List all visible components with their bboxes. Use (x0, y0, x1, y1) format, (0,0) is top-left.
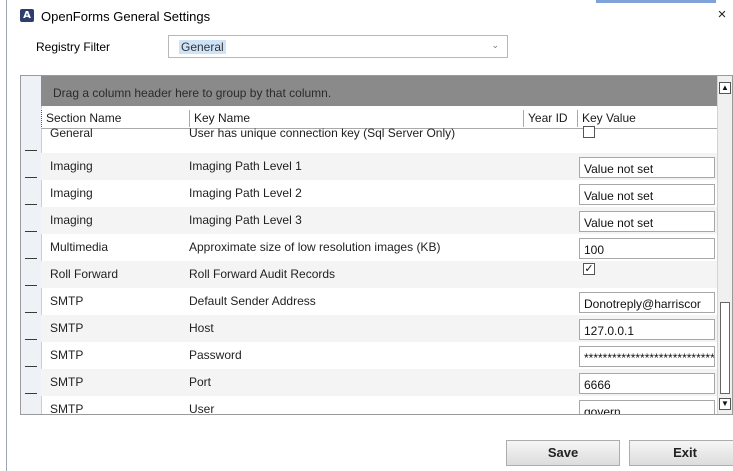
row-indicator-mark (25, 258, 37, 259)
cell-section-name: SMTP (50, 294, 84, 308)
checkbox[interactable] (583, 126, 595, 138)
cell-section-name: SMTP (50, 348, 84, 362)
save-button[interactable]: Save (506, 440, 620, 466)
key-value-field[interactable]: Value not set (579, 184, 715, 205)
key-value-field[interactable]: Donotreply@harriscor (579, 292, 715, 313)
key-value-field[interactable]: Value not set (579, 157, 715, 178)
scrollbar-thumb[interactable] (720, 302, 730, 394)
table-row[interactable]: SMTP User govern (41, 396, 717, 415)
column-header-key-value[interactable]: Key Value (577, 110, 717, 127)
cell-section-name: Imaging (50, 213, 93, 227)
row-indicator-mark (25, 204, 37, 205)
registry-filter-select[interactable]: General ⌄ (168, 35, 508, 58)
cell-key-name: Host (189, 321, 214, 335)
key-value-field[interactable]: 100 (579, 238, 715, 259)
group-by-panel[interactable]: Drag a column header here to group by th… (41, 76, 717, 106)
key-value-field[interactable]: Value not set (579, 211, 715, 232)
cell-key-name: Imaging Path Level 2 (189, 186, 302, 200)
cell-key-name: Roll Forward Audit Records (189, 267, 336, 281)
cell-section-name: Imaging (50, 159, 93, 173)
row-indicator-mark (25, 312, 37, 313)
scroll-up-icon[interactable]: ▲ (719, 82, 731, 94)
table-row[interactable]: SMTP Default Sender Address Donotreply@har… (41, 288, 717, 315)
row-indicator-column (21, 76, 42, 414)
title-bar: A OpenForms General Settings × (7, 0, 733, 32)
checkbox-checked[interactable]: ✓ (583, 263, 595, 275)
table-row[interactable]: General User has unique connection key (S… (41, 126, 717, 153)
cell-section-name: SMTP (50, 375, 84, 389)
column-header-key-name[interactable]: Key Name (189, 110, 523, 127)
table-row[interactable]: Imaging Imaging Path Level 2 Value not set (41, 180, 717, 207)
group-by-hint: Drag a column header here to group by th… (53, 86, 332, 100)
row-indicator-mark (25, 177, 37, 178)
cell-key-name: Port (189, 375, 212, 389)
registry-filter-value: General (179, 40, 226, 54)
chevron-down-icon: ⌄ (491, 40, 499, 50)
key-value-field[interactable]: govern (579, 400, 715, 414)
row-indicator-mark (25, 285, 37, 286)
cell-key-name: User has unique connection key (Sql Serv… (189, 126, 456, 140)
cell-section-name: Multimedia (50, 240, 109, 254)
cell-key-name: Imaging Path Level 1 (189, 159, 302, 173)
table-row[interactable]: SMTP Password **************************** (41, 342, 717, 369)
column-header-section-name[interactable]: Section Name (41, 110, 189, 127)
cell-section-name: Roll Forward (50, 267, 119, 281)
row-indicator-mark (25, 393, 37, 394)
settings-grid: Drag a column header here to group by th… (20, 75, 733, 415)
table-row[interactable]: SMTP Host 127.0.0.1 (41, 315, 717, 342)
app-icon: A (20, 9, 34, 22)
vertical-scrollbar[interactable]: ▲ ▼ (717, 76, 732, 414)
registry-filter-label: Registry Filter (36, 40, 111, 54)
table-row[interactable]: Roll Forward Roll Forward Audit Records ✓ (41, 261, 717, 288)
table-row[interactable]: SMTP Port 6666 (41, 369, 717, 396)
table-row[interactable]: Imaging Imaging Path Level 1 Value not set (41, 153, 717, 180)
row-indicator-mark (25, 339, 37, 340)
key-value-field[interactable]: 6666 (579, 373, 715, 394)
cell-key-name: Approximate size of low resolution image… (189, 240, 441, 254)
cell-key-name: Password (189, 348, 242, 362)
table-row[interactable]: Imaging Imaging Path Level 3 Value not set (41, 207, 717, 234)
cell-section-name: Imaging (50, 186, 93, 200)
key-value-field[interactable]: **************************** (579, 346, 715, 367)
close-icon[interactable]: × (715, 6, 729, 24)
cell-key-name: Default Sender Address (189, 294, 316, 308)
row-indicator-mark (25, 231, 37, 232)
row-indicator-mark (25, 150, 37, 151)
row-indicator-mark (25, 366, 37, 367)
scroll-down-icon[interactable]: ▼ (719, 398, 731, 410)
exit-button[interactable]: Exit (629, 440, 733, 466)
column-header-year-id[interactable]: Year ID (523, 110, 577, 127)
cell-key-name: Imaging Path Level 3 (189, 213, 302, 227)
table-row[interactable]: Multimedia Approximate size of low resolu… (41, 234, 717, 261)
key-value-field[interactable]: 127.0.0.1 (579, 319, 715, 340)
cell-section-name: SMTP (50, 402, 84, 415)
cell-section-name: SMTP (50, 321, 84, 335)
window-title: OpenForms General Settings (41, 9, 211, 24)
cell-section-name: General (50, 126, 93, 140)
cell-key-name: User (189, 402, 215, 415)
